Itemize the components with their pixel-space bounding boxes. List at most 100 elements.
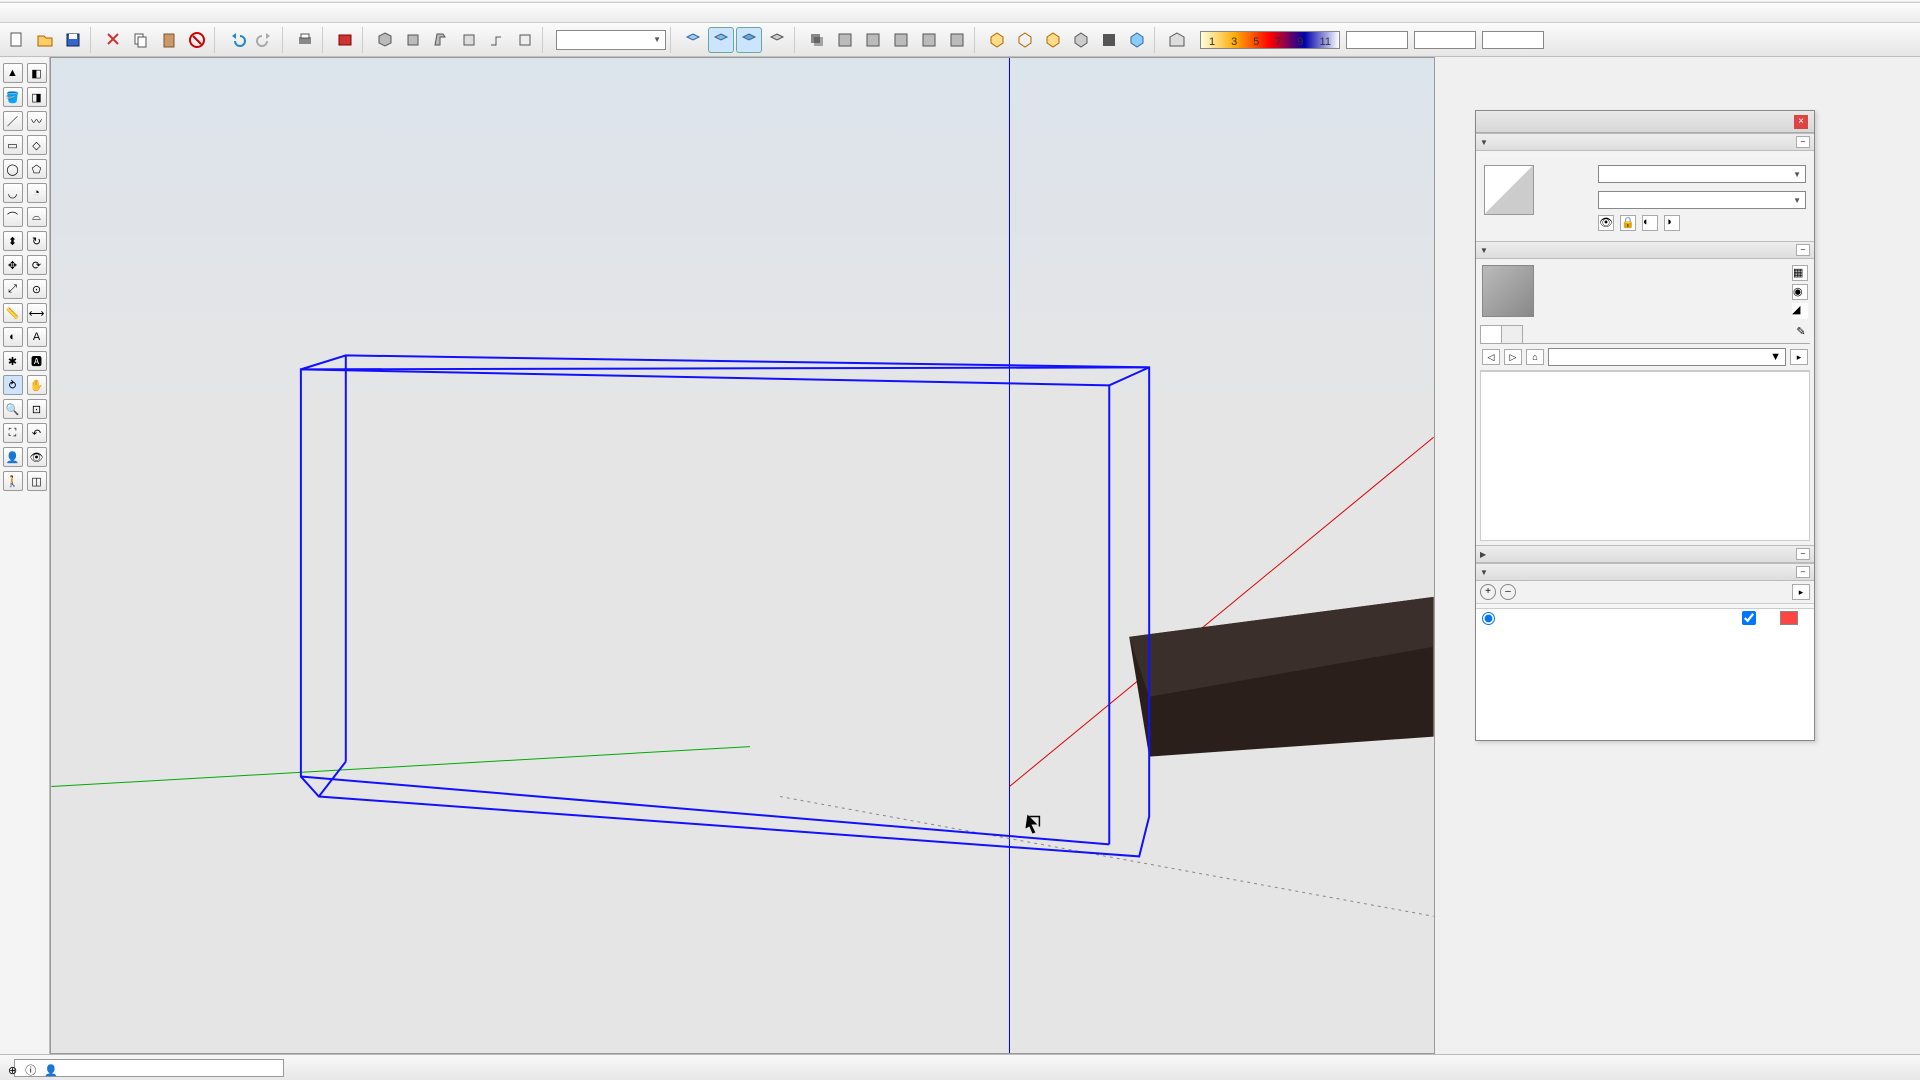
add-layer-icon[interactable]: + xyxy=(1480,584,1496,600)
eraser-tool[interactable]: ◨ xyxy=(27,87,47,107)
material-arrow-icon[interactable]: ◢ xyxy=(1792,303,1808,319)
menu-draw[interactable] xyxy=(68,11,84,15)
section-cut-button[interactable] xyxy=(1040,27,1066,53)
nav-back-icon[interactable]: ◁ xyxy=(1482,349,1500,365)
layer-color-chip[interactable] xyxy=(1780,611,1798,625)
remove-layer-icon[interactable]: – xyxy=(1500,584,1516,600)
back-button[interactable] xyxy=(484,27,510,53)
material-library-combo[interactable]: ▼ xyxy=(1548,348,1786,366)
section-display-button[interactable] xyxy=(1012,27,1038,53)
toggle-lock-icon[interactable]: 🔒 xyxy=(1620,215,1636,231)
section-fill-button[interactable] xyxy=(1068,27,1094,53)
walk-tool[interactable]: 🚶 xyxy=(3,471,23,491)
print-button[interactable] xyxy=(292,27,318,53)
copy-button[interactable] xyxy=(128,27,154,53)
redo-button[interactable] xyxy=(252,27,278,53)
axes-tool[interactable]: ✱ xyxy=(3,351,23,371)
open-button[interactable] xyxy=(32,27,58,53)
zoom-tool[interactable]: 🔍 xyxy=(3,399,23,419)
layers-header[interactable]: ▼ – xyxy=(1476,563,1814,581)
section-button[interactable] xyxy=(984,27,1010,53)
2pt-arc-tool[interactable]: ⌒ xyxy=(3,207,23,227)
text-tool[interactable]: A xyxy=(27,327,47,347)
materials-tab-select[interactable] xyxy=(1480,325,1502,343)
line-tool[interactable]: ／ xyxy=(3,111,23,131)
menu-window[interactable] xyxy=(100,11,116,15)
3dtext-tool[interactable]: 🅰 xyxy=(27,351,47,371)
style2-button[interactable] xyxy=(1124,27,1150,53)
menu-tools[interactable] xyxy=(84,11,100,15)
orbit-tool[interactable]: ⥁ xyxy=(3,375,23,395)
zoom-extents-tool[interactable]: ⛶ xyxy=(3,423,23,443)
eyedropper-icon[interactable]: ✎ xyxy=(1792,325,1810,343)
layer-row[interactable] xyxy=(1476,609,1814,631)
entity-type-combo[interactable]: ▼ xyxy=(1598,191,1806,209)
menu-view[interactable] xyxy=(36,11,52,15)
protractor-tool[interactable]: ◐ xyxy=(3,327,23,347)
iso-button[interactable] xyxy=(372,27,398,53)
entity-info-min-icon[interactable]: – xyxy=(1796,136,1810,148)
scene1-button[interactable] xyxy=(832,27,858,53)
dimension-tool[interactable]: ⟷ xyxy=(27,303,47,323)
create-material-icon[interactable]: ▦ xyxy=(1792,265,1808,281)
mono-button[interactable] xyxy=(764,27,790,53)
shaded-button[interactable] xyxy=(708,27,734,53)
claim-icon[interactable]: 👤 xyxy=(44,1064,58,1077)
rectangle-tool[interactable]: ▭ xyxy=(3,135,23,155)
paste-button[interactable] xyxy=(156,27,182,53)
left-button[interactable] xyxy=(512,27,538,53)
shaded-tex-button[interactable] xyxy=(736,27,762,53)
followme-tool[interactable]: ↻ xyxy=(27,231,47,251)
warehouse-button[interactable] xyxy=(1164,27,1190,53)
entity-info-header[interactable]: ▼ – xyxy=(1476,133,1814,151)
tray-titlebar[interactable]: × xyxy=(1476,111,1814,133)
pan-tool[interactable]: ✋ xyxy=(27,375,47,395)
menu-help[interactable] xyxy=(132,11,148,15)
xray-button[interactable] xyxy=(680,27,706,53)
tape-tool[interactable]: 📏 xyxy=(3,303,23,323)
toggle-cast-icon[interactable]: ◑ xyxy=(1664,215,1680,231)
circle-tool[interactable]: ◯ xyxy=(3,159,23,179)
position-camera-tool[interactable]: 👤 xyxy=(3,447,23,467)
select-tool[interactable]: ▲ xyxy=(3,63,23,83)
layer-visible-check[interactable] xyxy=(1742,611,1756,625)
polygon-tool[interactable]: ⬠ xyxy=(27,159,47,179)
undo-button[interactable] xyxy=(224,27,250,53)
front-button[interactable] xyxy=(428,27,454,53)
menu-camera[interactable] xyxy=(52,11,68,15)
materials-header[interactable]: ▼ – xyxy=(1476,241,1814,259)
scene5-button[interactable] xyxy=(944,27,970,53)
move-tool[interactable]: ✥ xyxy=(3,255,23,275)
current-material-swatch[interactable] xyxy=(1482,265,1534,317)
3pt-arc-tool[interactable]: ⌓ xyxy=(27,207,47,227)
save-button[interactable] xyxy=(60,27,86,53)
rotated-rect-tool[interactable]: ◇ xyxy=(27,135,47,155)
top-button[interactable] xyxy=(400,27,426,53)
layer-dropdown[interactable]: ▼ xyxy=(556,30,666,50)
shadow-button[interactable] xyxy=(804,27,830,53)
geo-icon[interactable]: ⊕ xyxy=(8,1064,17,1077)
offset-tool[interactable]: ⊙ xyxy=(27,279,47,299)
arc-tool[interactable]: ◡ xyxy=(3,183,23,203)
zoom-window-tool[interactable]: ⊡ xyxy=(27,399,47,419)
freehand-tool[interactable]: 〰 xyxy=(27,111,47,131)
tray-close-icon[interactable]: × xyxy=(1794,115,1808,129)
pie-tool[interactable]: ◔ xyxy=(27,183,47,203)
style1-button[interactable] xyxy=(1096,27,1122,53)
cut-button[interactable] xyxy=(100,27,126,53)
viewport[interactable] xyxy=(50,57,1435,1054)
entity-layer-combo[interactable]: ▼ xyxy=(1598,165,1806,183)
new-button[interactable] xyxy=(4,27,30,53)
toggle-shadow-icon[interactable]: ◐ xyxy=(1642,215,1658,231)
layers-menu-icon[interactable]: ▸ xyxy=(1792,584,1810,600)
pushpull-tool[interactable]: ⬍ xyxy=(3,231,23,251)
model-info-button[interactable] xyxy=(332,27,358,53)
layers-min-icon[interactable]: – xyxy=(1796,566,1810,578)
components-min-icon[interactable]: – xyxy=(1796,548,1810,560)
delete-button[interactable] xyxy=(184,27,210,53)
toggle-hidden-icon[interactable]: 👁 xyxy=(1598,215,1614,231)
nav-fwd-icon[interactable]: ▷ xyxy=(1504,349,1522,365)
layer-active-radio[interactable] xyxy=(1482,612,1495,625)
menu-extensions[interactable] xyxy=(116,11,132,15)
menu-file[interactable] xyxy=(4,11,20,15)
